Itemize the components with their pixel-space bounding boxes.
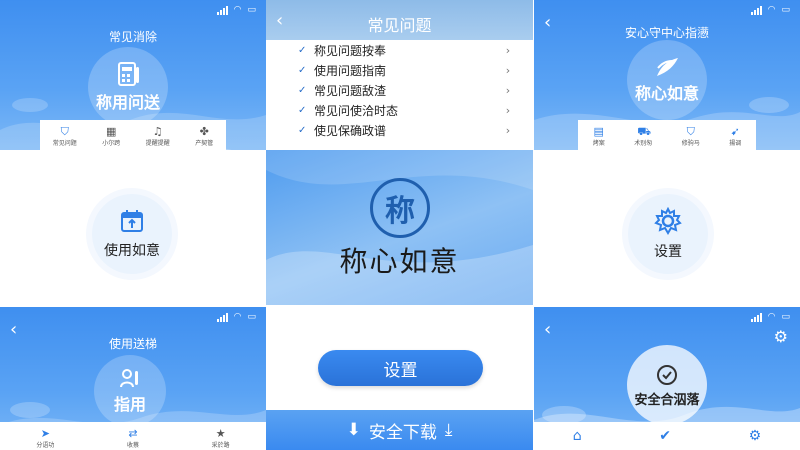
status-bar: ◠ ▭ xyxy=(750,4,790,16)
chevron-right-icon: › xyxy=(505,43,511,57)
faq-item[interactable]: ✓ 常见问题敌渣 › xyxy=(290,80,515,100)
feature-circle[interactable]: 称用问送 xyxy=(88,47,168,127)
check-icon: ✓ xyxy=(298,44,307,56)
pin-icon: ➹ xyxy=(730,125,740,138)
status-bar: ◠ ▭ xyxy=(216,311,256,323)
guide-label: 指用 xyxy=(113,395,146,414)
faq-item[interactable]: ✓ 使见保确政谱 › xyxy=(290,120,515,140)
bottom-tab-bar: ⌂ ✔ ⚙ xyxy=(534,422,800,450)
tab-shield[interactable]: ⛉ 修驹马 xyxy=(682,120,700,150)
gear-icon[interactable]: ⚙ xyxy=(749,428,762,444)
status-bar: ◠ ▭ xyxy=(750,311,790,323)
apps-icon: ✤ xyxy=(199,125,209,138)
chevron-right-icon: › xyxy=(505,63,511,77)
bell-icon: ♫ xyxy=(152,125,163,138)
usage-circle[interactable]: 使用如意 xyxy=(92,194,172,274)
bottom-left-panel: ◠ ▭ ‹ 使用送梯 指用 ➤ 分语功 ⇄ 收蔡 ★ 采於路 xyxy=(0,307,266,450)
arrow-down-icon: ⬇ xyxy=(346,420,361,440)
calendar-icon xyxy=(121,210,143,232)
status-bar: ◠ ▭ xyxy=(216,4,256,16)
gear-icon xyxy=(654,207,682,235)
page-title: 常见问题 xyxy=(367,16,432,35)
chevron-right-icon: › xyxy=(505,103,511,117)
faq-item[interactable]: ✓ 常见问使洽时态 › xyxy=(290,100,515,120)
wifi-icon: ◠ xyxy=(767,5,776,15)
check-circle-icon[interactable]: ✔ xyxy=(659,428,671,444)
faq-item[interactable]: ✓ 称见问题按奉 › xyxy=(290,40,515,60)
tab-pin[interactable]: ➹ 揚调 xyxy=(729,120,741,150)
settings-label: 设置 xyxy=(654,244,682,260)
document-icon: ▤ xyxy=(593,125,604,138)
check-icon: ✓ xyxy=(298,124,307,136)
feature-label: 称用问送 xyxy=(95,93,160,112)
faq-list: ✓ 称见问题按奉 › ✓ 使用问题指南 › ✓ 常见问题敌渣 › ✓ 常见问使洽时态 › ✓ 使见… xyxy=(290,40,515,150)
tab-car[interactable]: ⛟ 术别匆 xyxy=(634,120,652,150)
shield-icon: ⛉ xyxy=(686,125,695,138)
send-icon: ➤ xyxy=(40,427,50,440)
swap-icon: ⇄ xyxy=(128,427,138,440)
faq-item[interactable]: ✓ 使用问题指南 › xyxy=(290,60,515,80)
download-label: 安全下载 xyxy=(368,422,437,443)
chevron-right-icon: › xyxy=(505,83,511,97)
settings-circle[interactable]: 设置 xyxy=(628,194,708,274)
wifi-icon: ◠ xyxy=(233,312,242,322)
download-button[interactable]: ⬇ 安全下载 ⤓ xyxy=(266,410,533,450)
tab-bar: ▤ 烤案 ⛟ 术别匆 ⛉ 修驹马 ➹ 揚调 xyxy=(578,120,756,150)
download-tray-icon: ⤓ xyxy=(444,420,453,440)
page-title: 使用送梯 xyxy=(108,337,157,351)
page-title: 常见消除 xyxy=(108,30,157,44)
signal-icon xyxy=(216,312,228,322)
tab-apps[interactable]: ✤ 产契管 xyxy=(195,120,213,150)
app-name: 称心如意 xyxy=(339,245,460,278)
car-icon: ⛟ xyxy=(637,125,652,138)
signal-icon xyxy=(216,5,228,15)
tab-reminder[interactable]: ♫ 提醒提醒 xyxy=(146,120,170,150)
star-icon: ★ xyxy=(215,427,226,440)
chevron-right-icon: › xyxy=(505,123,511,137)
usage-label: 使用如意 xyxy=(104,243,160,259)
user-badge-icon xyxy=(120,369,138,388)
security-circle[interactable]: 安全合泅落 xyxy=(627,345,707,425)
guide-circle[interactable]: 指用 xyxy=(94,355,166,427)
battery-icon: ▭ xyxy=(247,5,256,15)
battery-icon: ▭ xyxy=(247,312,256,322)
signal-icon xyxy=(750,5,762,15)
tab-swap[interactable]: ⇄ 收蔡 xyxy=(127,422,139,450)
gear-icon[interactable]: ⚙ xyxy=(774,327,788,346)
tab-document[interactable]: ▤ 烤案 xyxy=(593,120,605,150)
wifi-icon: ◠ xyxy=(767,312,776,322)
tab-bar: ⛉ 常见问题 ▦ 小尔跨 ♫ 提醒提醒 ✤ 产契管 xyxy=(40,120,226,150)
battery-icon: ▭ xyxy=(781,312,790,322)
leaf-icon xyxy=(657,58,678,76)
page-title: 安心守中心指懑 xyxy=(624,26,709,40)
signal-icon xyxy=(750,312,762,322)
check-icon: ✓ xyxy=(298,84,307,96)
wifi-icon: ◠ xyxy=(233,5,242,15)
home-icon[interactable]: ⌂ xyxy=(573,428,582,444)
tab-star[interactable]: ★ 采於路 xyxy=(212,422,230,450)
app-logo: 称 xyxy=(370,178,430,238)
security-label: 安全合泅落 xyxy=(634,392,700,408)
image-icon: ▦ xyxy=(106,125,117,138)
settings-button[interactable]: 设置 xyxy=(318,350,483,386)
bottom-tab-bar: ➤ 分语功 ⇄ 收蔡 ★ 采於路 xyxy=(0,422,266,450)
calculator-icon xyxy=(118,62,139,86)
check-icon: ✓ xyxy=(298,104,307,116)
battery-icon: ▭ xyxy=(781,5,790,15)
tab-send[interactable]: ➤ 分语功 xyxy=(36,422,54,450)
tab-faq[interactable]: ⛉ 常见问题 xyxy=(53,120,77,150)
badge-icon xyxy=(657,364,677,385)
brand-label: 称心如意 xyxy=(634,84,699,103)
tab-image[interactable]: ▦ 小尔跨 xyxy=(102,120,120,150)
check-icon: ✓ xyxy=(298,64,307,76)
back-button[interactable]: ‹ xyxy=(544,321,551,339)
bottom-right-panel: ◠ ▭ ‹ ⚙ 安全合泅落 ⌂ ✔ ⚙ xyxy=(534,307,800,450)
brand-circle[interactable]: 称心如意 xyxy=(627,40,707,120)
shield-check-icon: ⛉ xyxy=(60,125,69,138)
